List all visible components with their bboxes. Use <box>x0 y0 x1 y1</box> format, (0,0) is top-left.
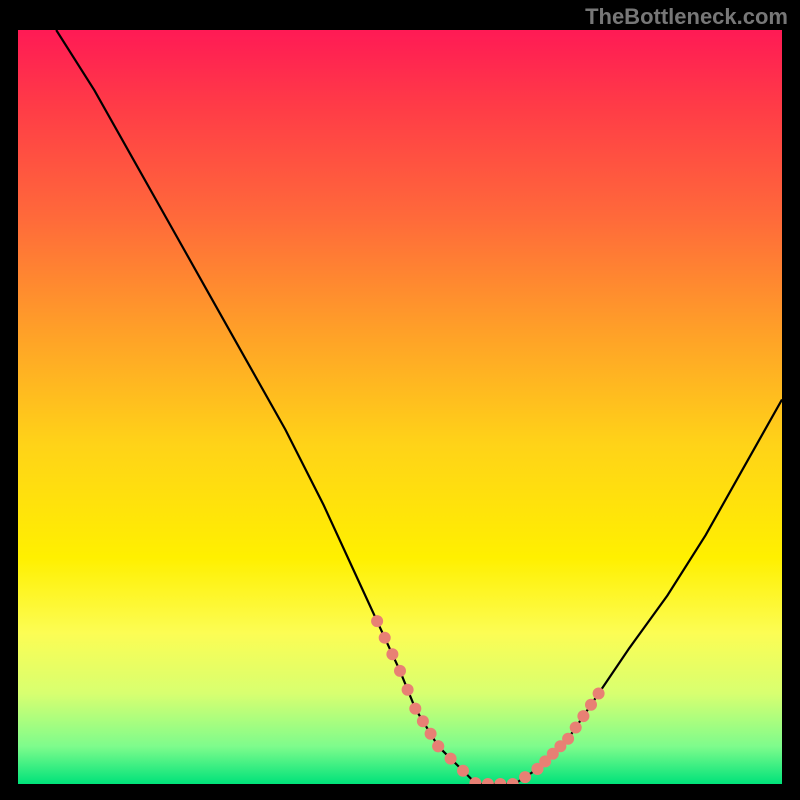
marker-dot <box>507 778 519 784</box>
marker-dot <box>371 615 383 627</box>
marker-dot <box>425 728 437 740</box>
marker-dot <box>532 763 544 775</box>
bottleneck-curve-path <box>56 30 782 784</box>
plot-area <box>18 30 782 784</box>
marker-dot <box>494 778 506 784</box>
marker-dot <box>394 665 406 677</box>
marker-dot <box>402 684 414 696</box>
marker-dot <box>482 778 494 784</box>
marker-dot <box>409 703 421 715</box>
marker-dot <box>585 699 597 711</box>
curve-svg <box>18 30 782 784</box>
marker-dot <box>417 715 429 727</box>
chart-frame: TheBottleneck.com <box>0 0 800 800</box>
attribution-label: TheBottleneck.com <box>585 4 788 30</box>
marker-dot <box>445 753 457 765</box>
marker-dot <box>519 771 531 783</box>
marker-dot <box>432 740 444 752</box>
marker-dot <box>379 632 391 644</box>
marker-dots <box>371 615 604 784</box>
marker-dot <box>562 733 574 745</box>
marker-dot <box>457 765 469 777</box>
marker-dot <box>570 722 582 734</box>
marker-dot <box>386 648 398 660</box>
marker-dot <box>577 710 589 722</box>
marker-dot <box>593 688 605 700</box>
